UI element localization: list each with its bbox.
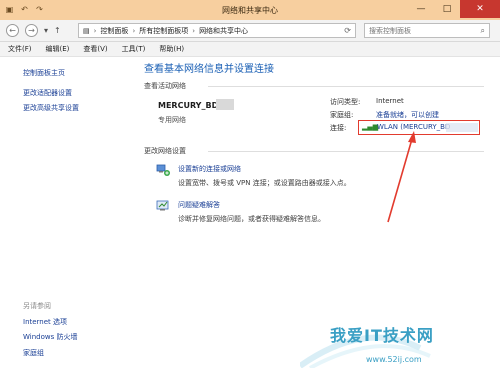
section-divider [208, 86, 484, 87]
setup-new-connection-description: 设置宽带、拨号或 VPN 连接；或设置路由器或接入点。 [178, 179, 351, 187]
page-title: 查看基本网络信息并设置连接 [144, 64, 274, 75]
menu-help[interactable]: 帮助(H) [159, 44, 184, 54]
active-networks-heading: 查看活动网络 [144, 82, 186, 90]
menu-file[interactable]: 文件(F) [8, 44, 32, 54]
new-connection-icon [156, 164, 170, 176]
redacted-block [216, 99, 234, 110]
search-box[interactable]: ⌕ [364, 23, 490, 38]
troubleshoot-description: 诊断并修复网络问题，或者获得疑难解答信息。 [178, 215, 325, 223]
window-controls: — □ ✕ [408, 0, 500, 18]
breadcrumb-control-panel[interactable]: 控制面板 [100, 26, 128, 36]
change-adapter-settings-link[interactable]: 更改适配器设置 [23, 88, 72, 98]
menu-bar: 文件(F) 编辑(E) 查看(V) 工具(T) 帮助(H) [0, 42, 500, 57]
network-type: 专用网络 [158, 116, 186, 124]
breadcrumb-network-center[interactable]: 网络和共享中心 [199, 26, 248, 36]
up-arrow-icon[interactable]: ↑ [54, 26, 61, 35]
menu-view[interactable]: 查看(V) [83, 44, 107, 54]
breadcrumb-separator: › [93, 26, 97, 35]
navigation-buttons: ← → ▾ ↑ [6, 24, 61, 37]
internet-options-link[interactable]: Internet 选项 [23, 317, 67, 327]
watermark-url: www.52ij.com [366, 355, 422, 364]
troubleshoot-icon [156, 200, 169, 211]
address-toolbar: ← → ▾ ↑ ▤ › 控制面板 › 所有控制面板项 › 网络和共享中心 ⟳ ⌕ [0, 20, 500, 42]
breadcrumb-all-items[interactable]: 所有控制面板项 [139, 26, 188, 36]
setup-new-connection-link[interactable]: 设置新的连接或网络 [178, 164, 241, 174]
redacted-block [446, 123, 478, 132]
menu-edit[interactable]: 编辑(E) [46, 44, 70, 54]
connections-label: 连接: [330, 124, 347, 132]
left-navigation-pane: 控制面板主页 更改适配器设置 更改高级共享设置 另请参阅 Internet 选项… [0, 57, 126, 375]
homegroup-status-link[interactable]: 准备就绪，可以创建 [376, 110, 439, 120]
recent-locations-chevron-icon[interactable]: ▾ [44, 26, 48, 35]
troubleshoot-problems-link[interactable]: 问题疑难解答 [178, 200, 220, 210]
access-type-value: Internet [376, 97, 404, 105]
refresh-icon[interactable]: ⟳ [344, 26, 351, 35]
see-also-heading: 另请参阅 [23, 302, 51, 310]
search-input[interactable] [369, 26, 473, 35]
minimize-button[interactable]: — [408, 0, 434, 18]
homegroup-link[interactable]: 家庭组 [23, 348, 44, 358]
section-divider [208, 151, 484, 152]
control-panel-home-link[interactable]: 控制面板主页 [23, 68, 65, 78]
breadcrumb-separator: › [192, 26, 196, 35]
wifi-signal-icon: ▂▄▆ [362, 123, 379, 131]
network-name: MERCURY_BD [158, 101, 219, 110]
change-advanced-sharing-link[interactable]: 更改高级共享设置 [23, 103, 79, 113]
windows-firewall-link[interactable]: Windows 防火墙 [23, 332, 77, 342]
watermark-text: 我爱IT技术网 [330, 326, 434, 345]
title-bar: ▣ ↶ ↷ 网络和共享中心 — □ ✕ [0, 0, 500, 20]
control-panel-location-icon: ▤ [83, 26, 90, 35]
breadcrumb-separator: › [132, 26, 136, 35]
network-sharing-center-window: ▣ ↶ ↷ 网络和共享中心 — □ ✕ ← → ▾ ↑ ▤ › 控制面板 › 所… [0, 0, 500, 375]
maximize-button[interactable]: □ [434, 0, 460, 18]
close-button[interactable]: ✕ [460, 0, 500, 18]
access-type-label: 访问类型: [330, 98, 361, 106]
back-arrow-icon[interactable]: ← [6, 24, 19, 37]
menu-tools[interactable]: 工具(T) [122, 44, 146, 54]
forward-arrow-icon[interactable]: → [25, 24, 38, 37]
wlan-connection-link[interactable]: WLAN (MERCURY_BD [377, 123, 450, 131]
change-network-settings-heading: 更改网络设置 [144, 147, 186, 155]
homegroup-label: 家庭组: [330, 111, 354, 119]
search-icon[interactable]: ⌕ [481, 26, 485, 36]
address-bar[interactable]: ▤ › 控制面板 › 所有控制面板项 › 网络和共享中心 ⟳ [78, 23, 356, 38]
